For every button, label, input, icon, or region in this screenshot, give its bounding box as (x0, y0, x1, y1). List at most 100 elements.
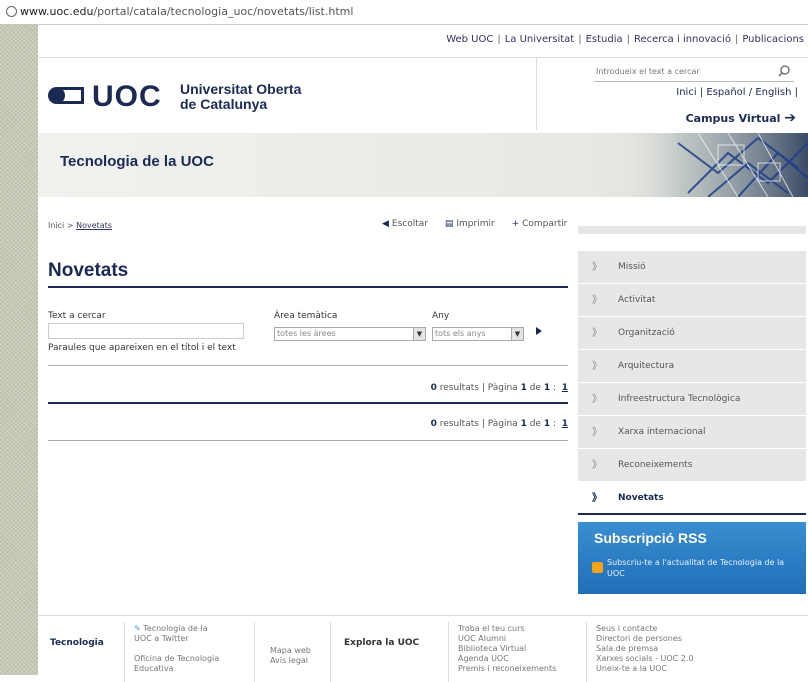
arrow-right-icon: ➔ (784, 110, 796, 126)
sidebar-item-xarxa[interactable]: 》 Xarxa internacional (578, 416, 806, 449)
footer-section-title: Tecnologia (50, 638, 104, 648)
text-search-label: Text a cercar (48, 311, 106, 321)
sidebar-nav: 》 Missió 》 Activitat 》 Organització 》 Arquit… (578, 226, 806, 515)
chevron-down-icon: ▼ (511, 328, 523, 340)
footer-link[interactable]: Premis i reconeixements (458, 664, 556, 674)
sidebar-item-label: Organització (618, 328, 675, 338)
sidebar-item-label: Xarxa internacional (618, 427, 706, 437)
sidebar-item-activitat[interactable]: 》 Activitat (578, 284, 806, 317)
divider (48, 365, 568, 366)
url-path: /portal/catala/tecnologia_uoc/novetats/l… (93, 5, 354, 18)
topnav-publicacions[interactable]: Publicacions (742, 34, 804, 45)
share-button[interactable]: + Compartir (512, 219, 568, 229)
chevron-right-icon: 》 (592, 493, 602, 504)
sidebar-item-label: Novetats (618, 493, 664, 503)
chevron-right-icon: 》 (592, 328, 602, 339)
plus-icon: + (511, 219, 520, 229)
sidebar-item-novetats[interactable]: 》 Novetats (578, 482, 806, 515)
sidebar-item-arquitectura[interactable]: 》 Arquitectura (578, 350, 806, 383)
link-english[interactable]: English (755, 87, 791, 98)
page-link[interactable]: 1 (562, 419, 568, 429)
results-word: resultats (439, 419, 479, 429)
footer-link[interactable]: Uneix-te a la UOC (596, 664, 694, 674)
browser-url-bar[interactable]: www.uoc.edu/portal/catala/tecnologia_uoc… (0, 0, 808, 24)
footer-link[interactable]: UOC Alumni (458, 634, 556, 644)
of-word: de (529, 419, 541, 429)
sidebar-item-infraestructura[interactable]: 》 Infreestructura Tecnològica (578, 383, 806, 416)
footer-link[interactable]: Seus i contacte (596, 624, 694, 634)
sidebar-item-reconeixements[interactable]: 》 Reconeixements (578, 449, 806, 482)
logo-text: UOC (92, 80, 162, 113)
page-title: Novetats (48, 260, 129, 281)
footer-avis-legal-link[interactable]: Avís legal (270, 656, 311, 666)
twitter-line2[interactable]: UOC a Twitter (134, 634, 219, 644)
search-input[interactable]: Introdueix el text a cercar (594, 67, 794, 82)
chevron-right-icon: 》 (592, 295, 602, 306)
chevron-right-icon: 》 (592, 361, 602, 372)
topnav-web-uoc[interactable]: Web UOC (446, 34, 493, 45)
banner-decorative-image (618, 133, 808, 197)
sidebar-item-label: Activitat (618, 295, 656, 305)
footer-col-links-a: Troba el teu curs UOC Alumni Biblioteca … (458, 624, 556, 674)
footer-link[interactable]: Sala de premsa (596, 644, 694, 654)
rss-subscription-box[interactable]: Subscripció RSS Subscriu-te a l'actualit… (578, 522, 806, 594)
campus-virtual-link[interactable]: Campus Virtual ➔ (686, 110, 796, 126)
search-go-arrow-icon[interactable] (536, 327, 542, 335)
chevron-down-icon: ▼ (413, 328, 425, 340)
footer-link[interactable]: Troba el teu curs (458, 624, 556, 634)
footer-link[interactable]: Xarxes socials - UOC 2.0 (596, 654, 694, 664)
speaker-icon: ◀ (382, 219, 389, 229)
url-host: www.uoc.edu (20, 5, 94, 18)
university-name: Universitat Oberta de Catalunya (180, 82, 301, 112)
breadcrumb: Inici > Novetats (48, 221, 112, 230)
year-select[interactable]: tots els anys ▼ (432, 327, 524, 341)
print-icon: ▤ (444, 219, 454, 229)
results-count: 0 (430, 383, 437, 393)
text-search-input[interactable] (48, 323, 244, 339)
page-word: Pàgina (487, 383, 518, 393)
footer-link[interactable]: Directori de persones (596, 634, 694, 644)
footer-explora: Explora la UOC (344, 638, 420, 648)
current-page: 1 (520, 383, 527, 393)
breadcrumb-home[interactable]: Inici (48, 221, 64, 230)
sidebar-item-label: Infreestructura Tecnològica (618, 394, 741, 404)
uoc-logo-mark-icon (48, 87, 84, 105)
footer-link[interactable]: Biblioteca Virtual (458, 644, 556, 654)
rss-link[interactable]: Subscriu-te a l'actualitat de Tecnologia… (607, 557, 802, 579)
footer-link[interactable]: Agenda UOC (458, 654, 556, 664)
page-actions: ◀ Escoltar ▤ Imprimir + Compartir (382, 219, 581, 229)
twitter-link[interactable]: ✎ Tecnologia de la (134, 624, 219, 634)
share-label: Compartir (522, 219, 568, 229)
divider (48, 402, 568, 404)
of-word: de (529, 383, 541, 393)
rss-icon (592, 562, 603, 573)
page: Web UOC | La Universitat | Estudia | Recerca i… (38, 24, 808, 682)
divider (48, 440, 568, 441)
footer-mapa-web-link[interactable]: Mapa web (270, 646, 311, 656)
year-select-value: tots els anys (435, 329, 486, 338)
total-pages: 1 (543, 419, 551, 429)
breadcrumb-current[interactable]: Novetats (76, 221, 112, 230)
listen-label: Escoltar (391, 219, 428, 229)
area-select[interactable]: totes les àrees ▼ (274, 327, 426, 341)
topnav-la-universitat[interactable]: La Universitat (505, 34, 574, 45)
results-count: 0 (430, 419, 437, 429)
link-inici[interactable]: Inici (676, 87, 696, 98)
chevron-right-icon: 》 (592, 427, 602, 438)
topnav-recerca[interactable]: Recerca i innovació (634, 34, 731, 45)
sidebar-item-organitzacio[interactable]: 》 Organització (578, 317, 806, 350)
banner-title: Tecnologia de la UOC (60, 153, 214, 170)
sidebar-item-missio[interactable]: 》 Missió (578, 251, 806, 284)
print-button[interactable]: ▤ Imprimir (445, 219, 495, 229)
globe-icon (6, 6, 17, 17)
search-icon[interactable] (778, 65, 790, 77)
sidebar-item-label: Reconeixements (618, 460, 693, 470)
page-link[interactable]: 1 (562, 383, 568, 393)
office-link-line2[interactable]: Educativa (134, 664, 219, 674)
left-background-strip (0, 24, 38, 675)
current-page: 1 (520, 419, 527, 429)
office-link-line1[interactable]: Oficina de Tecnologia (134, 654, 219, 664)
topnav-estudia[interactable]: Estudia (586, 34, 623, 45)
listen-button[interactable]: ◀ Escoltar (382, 219, 428, 229)
link-espanol[interactable]: Español (706, 87, 745, 98)
